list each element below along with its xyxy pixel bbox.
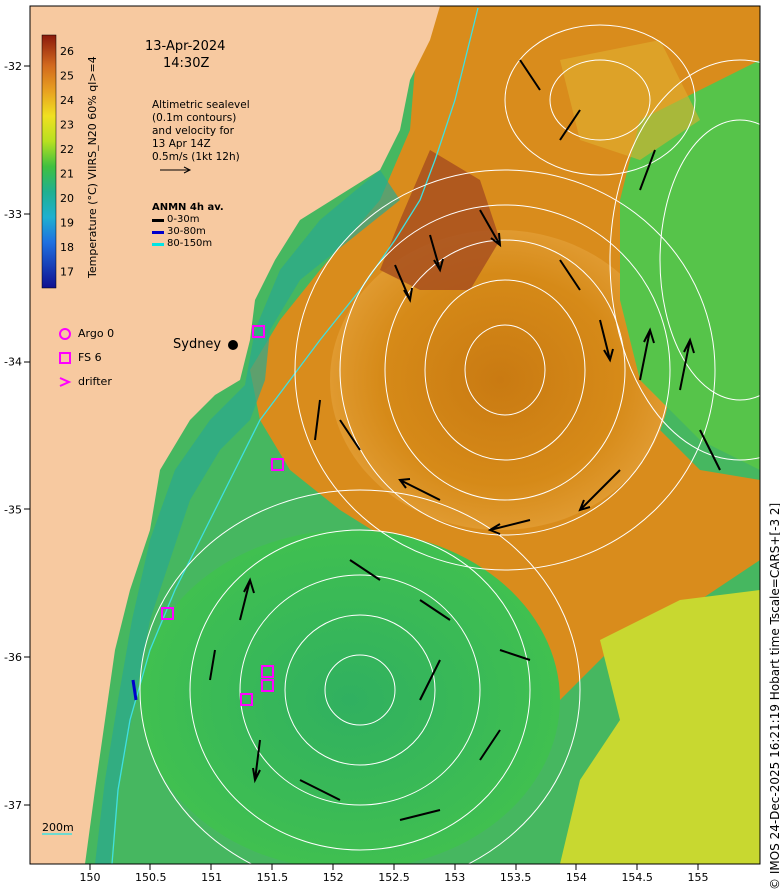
y-tick-label: -37 xyxy=(4,799,22,812)
colorbar xyxy=(41,34,57,289)
x-tick-labels: 150 150.5 151 151.5 152 152.5 153 153.5 154 154.5… xyxy=(80,871,709,884)
altimetry-line: Altimetric sealevel xyxy=(152,99,250,111)
x-axis xyxy=(89,864,699,870)
square-icon xyxy=(59,352,71,364)
circle-icon xyxy=(59,328,71,340)
y-tick-label: -36 xyxy=(4,651,22,664)
legend-fs: FS 6 xyxy=(58,346,114,370)
colorbar-tick-label: 22 xyxy=(60,143,74,156)
y-tick-label: -33 xyxy=(4,208,22,221)
scale-label: 200m xyxy=(42,821,74,834)
anmn-item: 80-150m xyxy=(152,238,224,250)
map-time: 14:30Z xyxy=(163,56,210,71)
y-tick-label: -32 xyxy=(4,60,22,73)
x-tick-label: 154.5 xyxy=(621,871,653,884)
colorbar-tick-label: 17 xyxy=(60,266,74,279)
x-tick-label: 151.5 xyxy=(257,871,289,884)
x-tick-label: 152 xyxy=(323,871,344,884)
colorbar-tick-label: 21 xyxy=(60,168,74,181)
sst-map: 150 150.5 151 151.5 152 152.5 153 153.5 154 154.5… xyxy=(4,5,761,884)
altimetry-line: 13 Apr 14Z xyxy=(152,138,211,150)
altimetry-line: (0.1m contours) xyxy=(152,112,237,124)
altimetry-line: and velocity for xyxy=(152,125,234,137)
colorbar-title: Temperature (°C) VIIRS_N20 60% ql>=4 xyxy=(86,56,99,278)
y-tick-label: -34 xyxy=(4,356,22,369)
x-tick-label: 155 xyxy=(688,871,709,884)
colorbar-tick-label: 24 xyxy=(60,94,74,107)
marker-legend: Argo 0 FS 6 drifter xyxy=(58,322,114,394)
x-tick-label: 152.5 xyxy=(378,871,410,884)
plot-area xyxy=(30,6,760,864)
cool-eddy xyxy=(140,530,560,864)
x-tick-label: 153.5 xyxy=(500,871,532,884)
y-tick-labels: -32 -33 -34 -35 -36 -37 xyxy=(4,60,22,812)
x-tick-label: 154 xyxy=(566,871,587,884)
x-tick-label: 150 xyxy=(80,871,101,884)
x-tick-label: 151 xyxy=(201,871,222,884)
map-title: 13-Apr-2024 14:30Z xyxy=(145,38,225,72)
sydney-label: Sydney xyxy=(173,337,222,352)
anmn-title: ANMN 4h av. xyxy=(152,202,224,213)
altimetry-note: Altimetric sealevel (0.1m contours) and … xyxy=(152,99,250,164)
legend-argo: Argo 0 xyxy=(58,322,114,346)
sydney-marker xyxy=(228,340,238,350)
x-tick-label: 153 xyxy=(444,871,465,884)
legend-drifter: drifter xyxy=(58,370,114,394)
chevron-right-icon xyxy=(59,377,72,387)
anmn-item: 0-30m xyxy=(152,214,224,226)
warm-eddy-core xyxy=(330,230,670,530)
colorbar-tick-label: 18 xyxy=(60,241,74,254)
colorbar-tick-label: 25 xyxy=(60,70,74,83)
colorbar-tick-label: 23 xyxy=(60,119,74,132)
altimetry-line: 0.5m/s (1kt 12h) xyxy=(152,151,240,163)
copyright-text: © IMOS 24-Dec-2025 16:21:19 Hobart time … xyxy=(768,502,780,890)
y-tick-label: -35 xyxy=(4,503,22,516)
anmn-legend: ANMN 4h av. 0-30m 30-80m 80-150m xyxy=(152,202,224,250)
y-axis xyxy=(24,65,30,806)
colorbar-tick-label: 20 xyxy=(60,192,74,205)
map-date: 13-Apr-2024 xyxy=(145,39,226,54)
anmn-item: 30-80m xyxy=(152,226,224,238)
x-tick-label: 150.5 xyxy=(135,871,167,884)
colorbar-tick-label: 26 xyxy=(60,45,74,58)
colorbar-tick-label: 19 xyxy=(60,217,74,230)
